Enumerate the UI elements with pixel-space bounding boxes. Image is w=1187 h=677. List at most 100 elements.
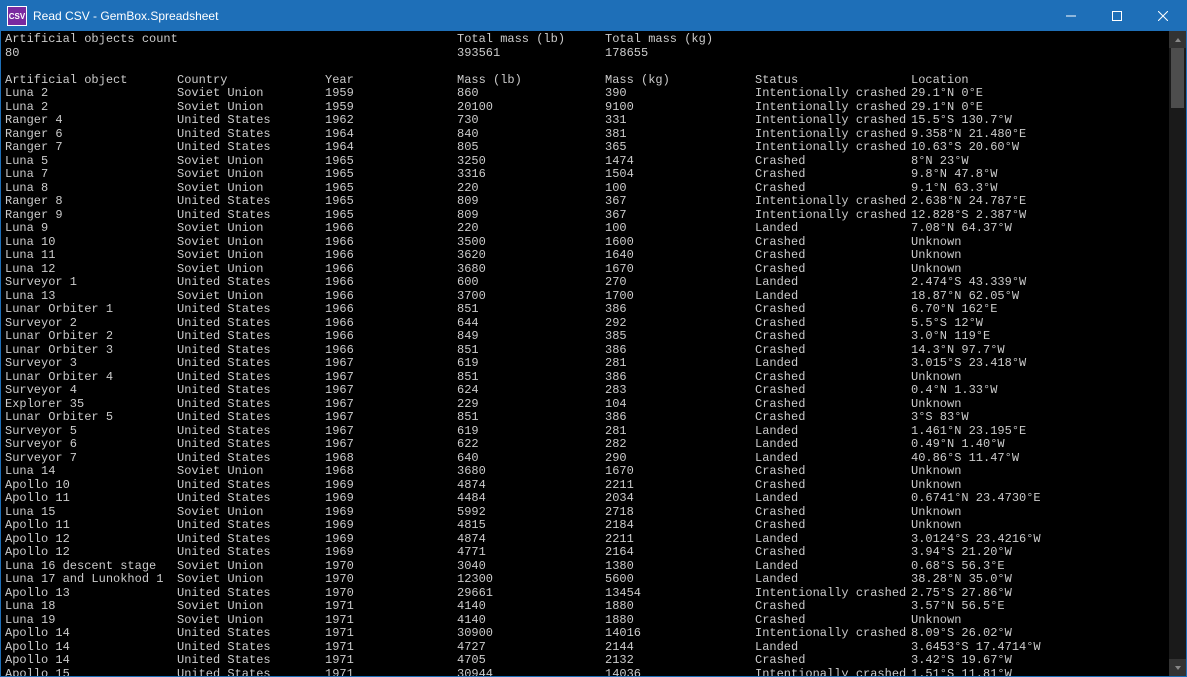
table-cell-1: Soviet Union	[177, 506, 325, 520]
table-row: Surveyor 6United States1967622282Landed0…	[5, 438, 1165, 452]
table-cell-4: 1474	[605, 155, 755, 169]
table-cell-5: Crashed	[755, 155, 911, 169]
table-cell-4: 100	[605, 222, 755, 236]
table-cell-4: 104	[605, 398, 755, 412]
table-cell-5: Crashed	[755, 506, 911, 520]
table-cell-0: Lunar Orbiter 3	[5, 344, 177, 358]
column-header-cell-6: Location	[911, 74, 1165, 88]
scroll-down-button[interactable]	[1169, 659, 1186, 676]
table-cell-3: 4140	[457, 614, 605, 628]
table-cell-1: Soviet Union	[177, 101, 325, 115]
table-cell-6: 3.0°N 119°E	[911, 330, 1165, 344]
table-cell-5: Landed	[755, 492, 911, 506]
table-cell-4: 13454	[605, 587, 755, 601]
table-cell-4: 2184	[605, 519, 755, 533]
table-cell-1: Soviet Union	[177, 155, 325, 169]
scrollbar-thumb[interactable]	[1171, 48, 1184, 108]
summary-header-cell-4: Total mass (kg)	[605, 33, 755, 47]
table-cell-5: Crashed	[755, 344, 911, 358]
maximize-button[interactable]	[1094, 1, 1140, 31]
table-cell-6: 0.6741°N 23.4730°E	[911, 492, 1165, 506]
table-cell-5: Crashed	[755, 546, 911, 560]
table-cell-4: 290	[605, 452, 755, 466]
table-cell-6: Unknown	[911, 249, 1165, 263]
table-cell-0: Surveyor 1	[5, 276, 177, 290]
table-cell-3: 4484	[457, 492, 605, 506]
table-row: Luna 11Soviet Union196636201640CrashedUn…	[5, 249, 1165, 263]
table-row: Lunar Orbiter 2United States1966849385Cr…	[5, 330, 1165, 344]
table-cell-1: Soviet Union	[177, 236, 325, 250]
table-cell-2: 1964	[325, 141, 457, 155]
summary-value-cell-3: 393561	[457, 47, 605, 61]
table-cell-4: 1640	[605, 249, 755, 263]
table-cell-3: 809	[457, 209, 605, 223]
table-cell-5: Crashed	[755, 330, 911, 344]
table-cell-2: 1966	[325, 276, 457, 290]
table-row: Luna 10Soviet Union196635001600CrashedUn…	[5, 236, 1165, 250]
table-cell-3: 3620	[457, 249, 605, 263]
table-cell-4: 1600	[605, 236, 755, 250]
table-cell-4: 367	[605, 195, 755, 209]
table-row: Surveyor 3United States1967619281Landed3…	[5, 357, 1165, 371]
table-cell-6: Unknown	[911, 614, 1165, 628]
table-cell-2: 1959	[325, 87, 457, 101]
table-row: Luna 2Soviet Union1959860390Intentionall…	[5, 87, 1165, 101]
table-cell-1: United States	[177, 371, 325, 385]
close-icon	[1158, 11, 1168, 21]
table-cell-0: Apollo 14	[5, 627, 177, 641]
vertical-scrollbar[interactable]	[1169, 31, 1186, 676]
table-cell-1: Soviet Union	[177, 249, 325, 263]
maximize-icon	[1112, 11, 1122, 21]
blank-row	[5, 60, 1165, 74]
table-row: Apollo 14United States19713090014016Inte…	[5, 627, 1165, 641]
close-button[interactable]	[1140, 1, 1186, 31]
table-row: Lunar Orbiter 3United States1966851386Cr…	[5, 344, 1165, 358]
table-cell-3: 730	[457, 114, 605, 128]
table-cell-6: 9.358°N 21.480°E	[911, 128, 1165, 142]
table-cell-2: 1969	[325, 519, 457, 533]
table-cell-3: 860	[457, 87, 605, 101]
table-cell-3: 29661	[457, 587, 605, 601]
table-cell-2: 1966	[325, 330, 457, 344]
table-cell-4: 5600	[605, 573, 755, 587]
table-cell-6: 12.828°S 2.387°W	[911, 209, 1165, 223]
table-cell-4: 1670	[605, 263, 755, 277]
table-cell-6: 0.4°N 1.33°W	[911, 384, 1165, 398]
scrollbar-track[interactable]	[1169, 48, 1186, 659]
table-cell-2: 1970	[325, 587, 457, 601]
table-row: Apollo 14United States197147052132Crashe…	[5, 654, 1165, 668]
table-cell-1: United States	[177, 641, 325, 655]
table-row: Ranger 8United States1965809367Intention…	[5, 195, 1165, 209]
table-cell-6: Unknown	[911, 236, 1165, 250]
table-cell-1: United States	[177, 384, 325, 398]
column-header-cell-4: Mass (kg)	[605, 74, 755, 88]
table-cell-1: United States	[177, 128, 325, 142]
titlebar[interactable]: CSV Read CSV - GemBox.Spreadsheet	[1, 1, 1186, 31]
table-cell-6: 3.6453°S 17.4714°W	[911, 641, 1165, 655]
table-row: Ranger 6United States1964840381Intention…	[5, 128, 1165, 142]
table-cell-2: 1970	[325, 560, 457, 574]
table-cell-4: 2211	[605, 533, 755, 547]
table-cell-3: 30944	[457, 668, 605, 677]
table-cell-4: 385	[605, 330, 755, 344]
table-cell-1: United States	[177, 479, 325, 493]
table-cell-0: Apollo 13	[5, 587, 177, 601]
table-row: Apollo 15United States19713094414036Inte…	[5, 668, 1165, 677]
table-cell-5: Landed	[755, 438, 911, 452]
table-cell-0: Luna 2	[5, 101, 177, 115]
summary-header-row: Artificial objects countTotal mass (lb)T…	[5, 33, 1165, 47]
scroll-up-button[interactable]	[1169, 31, 1186, 48]
minimize-button[interactable]	[1048, 1, 1094, 31]
table-cell-2: 1966	[325, 317, 457, 331]
table-cell-6: 9.8°N 47.8°W	[911, 168, 1165, 182]
table-row: Ranger 7United States1964805365Intention…	[5, 141, 1165, 155]
table-cell-5: Landed	[755, 290, 911, 304]
table-cell-1: United States	[177, 654, 325, 668]
table-cell-5: Crashed	[755, 465, 911, 479]
table-cell-3: 12300	[457, 573, 605, 587]
table-row: Apollo 12United States196948742211Landed…	[5, 533, 1165, 547]
table-cell-6: Unknown	[911, 263, 1165, 277]
table-cell-2: 1971	[325, 600, 457, 614]
table-cell-3: 805	[457, 141, 605, 155]
table-cell-3: 809	[457, 195, 605, 209]
